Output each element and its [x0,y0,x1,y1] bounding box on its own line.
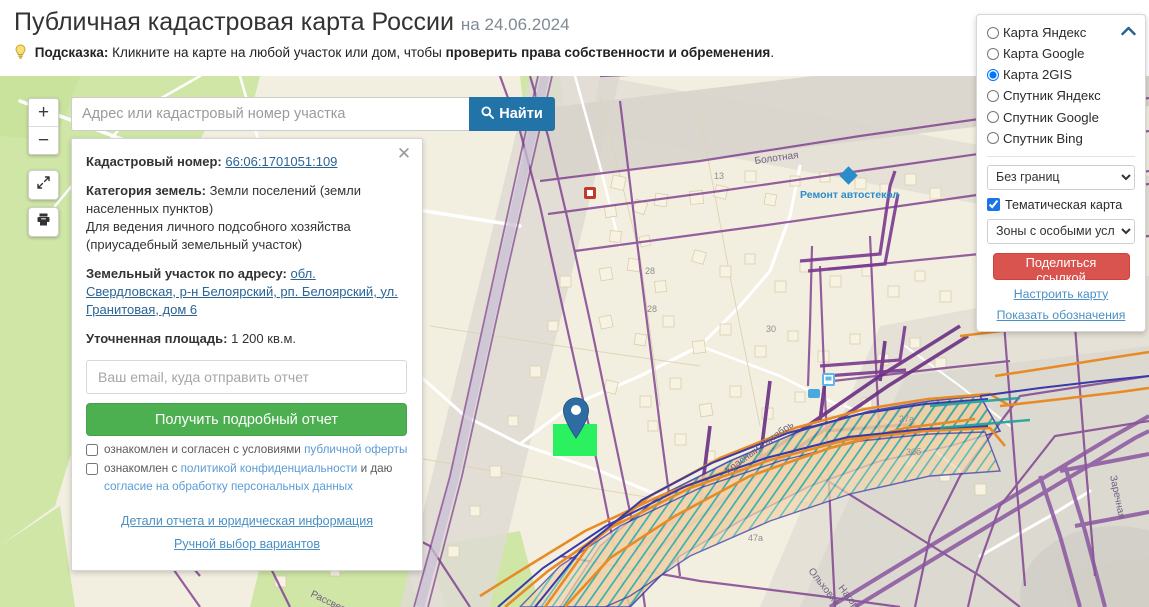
thematic-map-label: Тематическая карта [1005,197,1123,212]
usage-line-2: (приусадебный земельный участок) [86,236,303,252]
basemap-label-yandex-map: Карта Яндекс [1003,25,1087,40]
map-label-house-30b: 30б [906,447,921,457]
category-label: Категория земель: [86,182,207,198]
consent-offer-text: ознакомлен и согласен с условиями публич… [104,442,407,459]
search-button[interactable]: Найти [469,97,555,131]
search-bar: Найти [71,97,555,131]
area-label: Уточненная площадь: [86,330,228,346]
search-input[interactable] [71,97,469,131]
area-value: 1 200 кв.м. [231,330,297,346]
map-label-poi-autoglass: Ремонт автостекол [800,189,899,201]
basemap-label-google-map: Карта Google [1003,46,1085,62]
basemap-label-2gis-map: Карта 2GIS [1003,67,1073,83]
printer-icon [36,212,51,232]
consent-offer-checkbox[interactable] [86,444,98,457]
basemap-radio-yandex-satellite[interactable] [987,89,999,102]
hint-banner: Подсказка: Кликните на карте на любой уч… [14,44,774,63]
basemap-option-yandex-map[interactable]: Карта Яндекс [987,23,1135,42]
map-label-house-30: 30 [766,324,776,334]
map-label-house-13: 13 [714,171,724,181]
basemap-radio-google-map[interactable] [987,47,999,60]
fullscreen-arrows-icon [36,175,51,195]
consent-privacy-text: ознакомлен с политикой конфиденциальност… [104,461,392,478]
basemap-radio-2gis-map[interactable] [987,68,999,81]
hint-period: . [770,45,775,60]
consent-privacy-row[interactable]: ознакомлен с политикой конфиденциальност… [86,461,408,478]
email-input[interactable] [86,360,407,395]
public-offer-link[interactable]: публичной оферты [304,443,407,456]
cadastral-number-link[interactable]: 66:06:1701051:109 [225,154,337,169]
configure-map-link[interactable]: Настроить карту [987,287,1135,301]
consent-offer-row[interactable]: ознакомлен и согласен с условиями публич… [86,442,408,459]
lightbulb-icon [14,44,27,63]
basemap-label-google-satellite: Спутник Google [1003,109,1099,125]
zoom-in-button[interactable]: + [29,99,58,127]
basemap-radio-bing-satellite[interactable] [987,132,999,145]
search-button-label: Найти [499,106,543,122]
close-icon[interactable]: ✕ [395,145,413,163]
panel-divider [987,155,1135,157]
map-label-house-47a: 47а [748,533,763,543]
date-prefix: на [460,15,480,34]
page-title: Публичная кадастровая карта России на 24.… [14,8,570,37]
basemap-option-yandex-satellite[interactable]: Спутник Яндекс [987,86,1135,105]
page-title-text: Публичная кадастровая карта России [14,8,454,36]
get-report-button[interactable]: Получить подробный отчет [86,403,407,437]
card-footer-links: Детали отчета и юридическая информация Р… [86,513,408,553]
map-label-house-28b: 28 [647,304,657,314]
search-icon [481,106,495,123]
hint-label: Подсказка: [34,45,109,60]
map-label-house-27a: 27а [899,414,914,424]
layers-panel: Карта Яндекс Карта Google Карта 2GIS Спу… [976,14,1146,332]
consent-privacy-checkbox[interactable] [86,463,98,476]
print-button[interactable] [28,207,59,237]
share-link-button[interactable]: Поделиться ссылкой [992,252,1130,285]
privacy-policy-link[interactable]: политикой конфиденциальности [181,462,358,475]
map-pin-icon [561,397,591,444]
basemap-radio-google-satellite[interactable] [987,111,999,124]
map-label-house-28a: 28 [645,266,655,276]
thematic-map-row[interactable]: Тематическая карта [987,198,1135,212]
date-value: 24.06.2024 [484,15,570,34]
consent-privacy-line2: согласие на обработку персональных данны… [104,479,354,493]
area-row: Уточненная площадь: 1 200 кв.м. [86,330,408,348]
address-label: Земельный участок по адресу: [86,265,287,281]
zoom-out-button[interactable]: − [29,127,58,154]
basemap-option-2gis-map[interactable]: Карта 2GIS [987,65,1135,84]
consent-offer-text-part: ознакомлен и согласен с условиями [104,443,305,457]
cadastral-number-label: Кадастровый номер: [86,154,222,169]
consent-privacy-text-part: ознакомлен с [104,462,181,476]
basemap-option-bing-satellite[interactable]: Спутник Bing [987,129,1135,148]
consent-privacy-text-part2: и даю [357,462,393,476]
basemap-option-google-map[interactable]: Карта Google [987,44,1135,63]
show-legend-link[interactable]: Показать обозначения [987,308,1135,322]
basemap-label-yandex-satellite: Спутник Яндекс [1003,88,1101,104]
category-row: Категория земель: Земли поселений (земли… [86,182,408,254]
basemap-label-bing-satellite: Спутник Bing [1003,130,1083,146]
report-details-link[interactable]: Детали отчета и юридическая информация [86,513,408,530]
parcel-info-card: ✕ Кадастровый номер: 66:06:1701051:109 К… [71,138,423,571]
basemap-radio-yandex-map[interactable] [987,26,999,39]
basemap-option-google-satellite[interactable]: Спутник Google [987,108,1135,127]
usage-line-1: Для ведения личного подсобного хозяйства [86,218,351,234]
zones-select[interactable]: Зоны с особыми условиями [987,218,1135,244]
chevron-up-icon[interactable] [1121,23,1136,41]
fullscreen-button[interactable] [28,170,59,200]
cadastral-number-row: Кадастровый номер: 66:06:1701051:109 [86,153,408,171]
zoom-controls: + − [28,98,59,155]
page-title-date: на 24.06.2024 [461,15,570,34]
address-row: Земельный участок по адресу: обл. Свердл… [86,265,408,319]
thematic-map-checkbox[interactable] [987,198,1000,212]
borders-select[interactable]: Без границ [987,164,1135,190]
manual-options-link[interactable]: Ручной выбор вариантов [86,536,408,553]
hint-text: Кликните на карте на любой участок или д… [108,45,446,60]
hint-bold-text: проверить права собственности и обремене… [445,45,771,60]
